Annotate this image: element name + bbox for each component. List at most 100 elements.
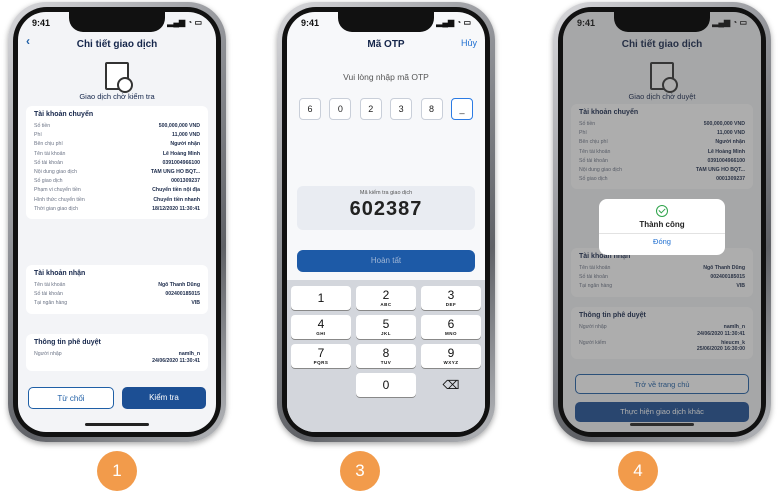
keypad-key[interactable]: 3 DEF	[421, 286, 481, 310]
detail-label: Số tiền	[34, 123, 51, 129]
detail-row: Số giao dịch 0001309237	[34, 177, 200, 186]
key-letters: TUV	[380, 360, 392, 365]
detail-value: Lê Hoàng Minh	[162, 150, 200, 157]
key-digit: 4	[317, 317, 325, 331]
source-account-card: Tài khoản chuyển Số tiền 500,000,000 VND P…	[26, 106, 208, 220]
detail-row: Tên tài khoản Lê Hoàng Minh	[34, 150, 200, 159]
dest-account-card: Tài khoản nhận Tên tài khoản Ngô Thanh Dũ…	[26, 265, 208, 314]
dest-rows: Tên tài khoản Ngô Thanh Dũng Số tài khoản 0…	[34, 281, 200, 309]
detail-label: Hình thức chuyển tiền	[34, 196, 85, 203]
back-icon[interactable]: ‹	[26, 34, 30, 48]
status-time: 9:41	[32, 18, 51, 28]
key-letters: ABC	[380, 302, 392, 307]
detail-row: Hình thức chuyển tiền Chuyển tiền nhanh	[34, 196, 200, 205]
cancel-button[interactable]: Hủy	[461, 38, 477, 48]
otp-input[interactable]: 6 0 2 3 8 _	[299, 98, 473, 120]
otp-digit-box[interactable]: 6	[299, 98, 321, 120]
key-digit: 6	[447, 317, 455, 331]
keypad-key[interactable]: 0	[356, 373, 416, 397]
otp-digit-box[interactable]: 3	[390, 98, 413, 120]
phone-1: 9:41 ▂▄▆ ◔ ▭ ‹ Chi tiết giao dịch Giao d…	[8, 2, 226, 442]
backspace-icon: ⌫	[442, 378, 460, 392]
reject-button[interactable]: Từ chối	[28, 387, 114, 409]
key-digit: 2	[382, 288, 390, 302]
key-letters: WXYZ	[443, 360, 459, 365]
card-title: Thông tin phê duyệt	[34, 339, 101, 346]
key-digit: 0	[382, 378, 390, 392]
detail-row: Phí 11,000 VND	[34, 131, 200, 140]
phone-3: 9:41 ▂▄▆ ◔ ▭ Chi tiết giao dịch Giao dịc…	[553, 2, 771, 442]
transaction-status: Giao dịch chờ kiểm tra	[79, 92, 155, 101]
home-indicator	[85, 423, 149, 426]
detail-value: TAM UNG HO BQT...	[150, 169, 200, 176]
detail-label: Số tài khoản	[34, 291, 63, 298]
done-button[interactable]: Hoàn tất	[297, 250, 475, 272]
transaction-success-screen: 9:41 ▂▄▆ ◔ ▭ Chi tiết giao dịch Giao dịc…	[563, 12, 761, 432]
check-circle-icon	[656, 205, 668, 217]
otp-screen: 9:41 ▂▄▆ ◔ ▭ Mã OTP Hủy Vui lòng nhập mã…	[287, 12, 485, 432]
key-letters: MNO	[445, 331, 457, 336]
key-letters: JKL	[380, 331, 391, 336]
detail-value: 500,000,000 VND	[158, 123, 200, 129]
dialog-message: Thành công	[639, 220, 685, 229]
key-digit: 8	[382, 346, 390, 360]
step-badge-3: 3	[340, 451, 380, 491]
detail-row: Số tài khoản 002400185015	[34, 290, 200, 299]
keypad-key[interactable]: 7 PQRS	[291, 344, 351, 368]
detail-label: Tên tài khoản	[34, 282, 66, 288]
detail-label: Số giao dịch	[34, 178, 63, 185]
detail-value: VIB	[191, 300, 200, 307]
detail-label: Tên tài khoản	[34, 150, 66, 157]
otp-prompt: Vui lòng nhập mã OTP	[343, 72, 429, 82]
keypad-blank	[291, 373, 351, 397]
key-letters: PQRS	[313, 360, 329, 365]
approval-row: Người nhập namlh_n 24/06/2020 11:30:41	[34, 351, 200, 364]
otp-digit-box[interactable]: 0	[329, 98, 352, 120]
key-letters: GHI	[316, 331, 326, 336]
success-dialog: Thành công Đóng	[599, 199, 725, 255]
delete-key[interactable]: ⌫	[421, 373, 481, 397]
detail-row: Tên tài khoản Ngô Thanh Dũng	[34, 281, 200, 290]
detail-label: Tại ngân hàng	[34, 300, 68, 307]
document-search-icon	[105, 62, 133, 93]
close-dialog-button[interactable]: Đóng	[599, 237, 725, 246]
otp-digit-box[interactable]: 2	[359, 98, 382, 120]
detail-value: 18/12/2020 11:30:41	[152, 205, 200, 212]
keypad-key[interactable]: 8 TUV	[356, 344, 416, 368]
detail-row: Thời gian giao dịch 18/12/2020 11:30:41	[34, 205, 200, 214]
code-label: Mã kiểm tra giao dịch	[359, 190, 413, 196]
keypad-key[interactable]: 6 MNO	[421, 315, 481, 339]
step-badge-4: 4	[618, 451, 658, 491]
keypad-key[interactable]: 1	[291, 286, 351, 310]
detail-row: Số tài khoản 0391004966100	[34, 159, 200, 168]
card-title: Tài khoản nhận	[34, 270, 86, 277]
detail-label: Phạm vi chuyển tiền	[34, 187, 81, 194]
otp-digit-box[interactable]: 8	[420, 98, 443, 120]
key-digit: 9	[447, 346, 455, 360]
step-badge-1: 1	[97, 451, 137, 491]
check-button[interactable]: Kiểm tra	[122, 387, 206, 409]
key-digit: 3	[447, 288, 455, 302]
numeric-keypad: 1 2 ABC 3 DEF 4 GHI 5 JKL 6 MNO 7 PQRS 8 TUV 9 WXYZ 0 ⌫	[287, 280, 485, 432]
page-title: Chi tiết giao dịch	[76, 39, 158, 50]
detail-value: 11,000 VND	[172, 132, 200, 139]
detail-label: Bên chịu phí	[34, 141, 63, 148]
keypad-key[interactable]: 2 ABC	[356, 286, 416, 310]
detail-value: 002400185015	[165, 291, 200, 298]
otp-digit-box[interactable]: _	[450, 98, 473, 120]
keypad-key[interactable]: 4 GHI	[291, 315, 351, 339]
detail-value: Ngô Thanh Dũng	[158, 282, 200, 288]
transaction-detail-screen: 9:41 ▂▄▆ ◔ ▭ ‹ Chi tiết giao dịch Giao d…	[18, 12, 216, 432]
source-rows: Số tiền 500,000,000 VND Phí 11,000 VND Bên c…	[34, 122, 200, 214]
detail-row: Bên chịu phí Người nhận	[34, 140, 200, 149]
key-digit: 1	[317, 291, 325, 305]
signal-wifi-battery-icon: ▂▄▆ ◔ ▭	[436, 18, 471, 27]
detail-row: Số tiền 500,000,000 VND	[34, 122, 200, 131]
status-time: 9:41	[301, 18, 320, 28]
keypad-key[interactable]: 5 JKL	[356, 315, 416, 339]
detail-row: Tại ngân hàng VIB	[34, 299, 200, 308]
detail-label: Số tài khoản	[34, 159, 63, 166]
detail-value: 0391004966100	[162, 159, 200, 166]
keypad-key[interactable]: 9 WXYZ	[421, 344, 481, 368]
detail-value: Chuyển tiền nhanh	[153, 196, 200, 203]
